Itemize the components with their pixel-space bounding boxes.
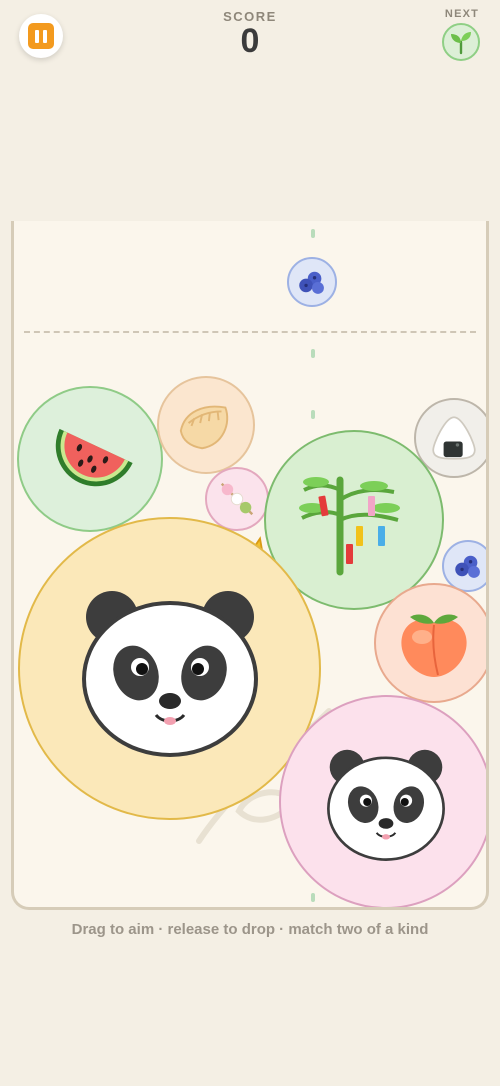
aim-guide-dash [311,410,315,419]
aim-guide-dash [311,349,315,358]
aim-guide-dash [311,229,315,238]
blueberries-icon [299,271,324,294]
tanabata-tree-icon [299,476,400,576]
panda-icon [327,749,445,861]
aim-guide-dash [311,893,315,902]
deadline-line [24,331,476,333]
blueberries-icon [455,555,480,578]
dumpling-piece [157,376,255,474]
dumpling-icon [179,405,229,450]
watermelon-piece [17,386,163,532]
blueberries-piece [287,257,337,307]
panda-piece [18,517,321,820]
panda-piece [279,695,486,907]
next-preview [442,23,480,61]
score-value: 0 [240,22,260,60]
rice-ball-icon [432,416,476,460]
seedling-icon [451,32,471,55]
game-board[interactable] [11,221,489,910]
next-label: NEXT [444,8,480,20]
peach-piece [374,583,486,703]
panda-icon [81,590,258,757]
watermelon-icon [55,428,133,487]
instructions-hint: Drag to aim · release to drop · match tw… [71,921,429,938]
peach-icon [401,614,467,677]
